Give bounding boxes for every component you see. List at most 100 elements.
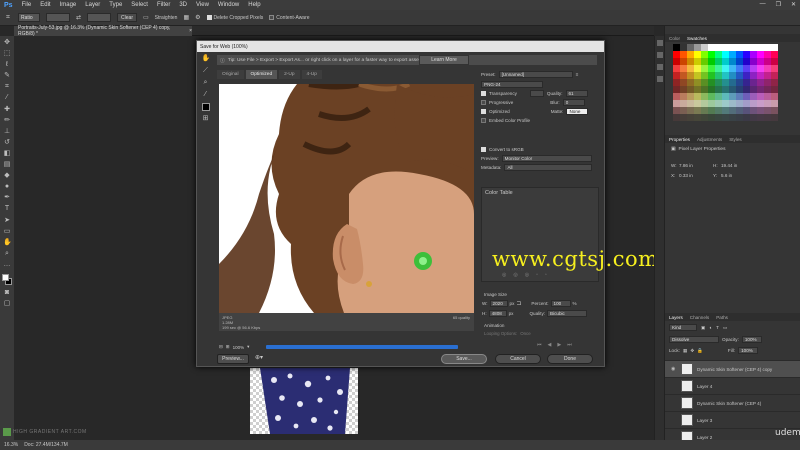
swatch[interactable] xyxy=(729,58,736,65)
progressive-checkbox[interactable] xyxy=(481,100,486,105)
swatch[interactable] xyxy=(757,65,764,72)
swatch[interactable] xyxy=(757,93,764,100)
swatch[interactable] xyxy=(694,58,701,65)
swatch[interactable] xyxy=(757,79,764,86)
layer-row[interactable]: ◉ Dynamic Skin Softener (CEP 4) copy xyxy=(665,360,800,377)
save-button[interactable]: Save... xyxy=(441,354,487,364)
swatch[interactable] xyxy=(771,93,778,100)
gradient-tool-icon[interactable]: ▤ xyxy=(3,161,11,169)
swatch[interactable] xyxy=(722,72,729,79)
screen-mode-icon[interactable]: ▢ xyxy=(3,300,11,308)
swatch[interactable] xyxy=(680,72,687,79)
swatch[interactable] xyxy=(750,51,757,58)
format-select[interactable]: PNG-24 xyxy=(481,81,543,88)
prop-w-value[interactable]: 7.86 in xyxy=(679,163,713,168)
menu-view[interactable]: View xyxy=(196,2,209,8)
blur-field[interactable]: 0 xyxy=(562,99,585,106)
swatch[interactable] xyxy=(673,107,680,114)
swatch[interactable] xyxy=(680,51,687,58)
swatch[interactable] xyxy=(771,107,778,114)
optimized-preview[interactable] xyxy=(219,84,474,313)
swatch[interactable] xyxy=(694,65,701,72)
layer-row[interactable]: Dynamic Skin Softener (CEP 4) xyxy=(665,394,800,411)
prop-h-value[interactable]: 19.44 in xyxy=(721,163,755,168)
convert-srgb-checkbox[interactable] xyxy=(481,147,486,152)
swatch[interactable] xyxy=(736,65,743,72)
quick-mask-icon[interactable]: ◙ xyxy=(3,289,11,297)
swatch[interactable] xyxy=(750,100,757,107)
swatch[interactable] xyxy=(736,107,743,114)
swatch[interactable] xyxy=(708,86,715,93)
filter-pixel-icon[interactable]: ▣ xyxy=(701,325,705,331)
swatch[interactable] xyxy=(736,93,743,100)
swatch[interactable] xyxy=(715,86,722,93)
swatch[interactable] xyxy=(708,107,715,114)
swatches-grid[interactable] xyxy=(673,44,781,121)
hand-tool-icon[interactable]: ✋ xyxy=(202,55,211,63)
swatch[interactable] xyxy=(680,86,687,93)
zoom-tool-icon[interactable]: ⌕ xyxy=(202,79,210,87)
swatch[interactable] xyxy=(729,107,736,114)
swatch[interactable] xyxy=(736,72,743,79)
swatch[interactable] xyxy=(715,44,722,51)
swatch[interactable] xyxy=(680,44,687,51)
quality-field[interactable]: 61 xyxy=(565,90,588,97)
swatch[interactable] xyxy=(701,93,708,100)
tab-channels[interactable]: Channels xyxy=(690,315,709,320)
swatch[interactable] xyxy=(687,86,694,93)
slice-select-tool-icon[interactable]: ⟋ xyxy=(202,67,210,75)
dodge-tool-icon[interactable]: ● xyxy=(3,183,11,191)
swatch[interactable] xyxy=(680,65,687,72)
swatch[interactable] xyxy=(771,58,778,65)
menu-3d[interactable]: 3D xyxy=(179,2,187,8)
swatch[interactable] xyxy=(694,93,701,100)
swatch[interactable] xyxy=(687,58,694,65)
tab-styles[interactable]: Styles xyxy=(729,137,742,142)
swatch[interactable] xyxy=(729,114,736,121)
swatch[interactable] xyxy=(694,86,701,93)
swatch[interactable] xyxy=(680,93,687,100)
swatch[interactable] xyxy=(722,93,729,100)
swatch[interactable] xyxy=(764,114,771,121)
percent-field[interactable]: 100 xyxy=(550,300,571,307)
swatch[interactable] xyxy=(743,44,750,51)
swatch[interactable] xyxy=(764,86,771,93)
filter-adjustment-icon[interactable]: ◐ xyxy=(709,325,712,330)
swatch[interactable] xyxy=(743,100,750,107)
eyedropper-color-swatch[interactable] xyxy=(201,103,210,111)
swatch[interactable] xyxy=(736,44,743,51)
swatch[interactable] xyxy=(687,44,694,51)
swatch[interactable] xyxy=(771,114,778,121)
swatch[interactable] xyxy=(701,107,708,114)
swatch[interactable] xyxy=(736,114,743,121)
swatch[interactable] xyxy=(743,79,750,86)
clone-stamp-tool-icon[interactable]: ⊥ xyxy=(3,128,11,136)
swatch[interactable] xyxy=(771,100,778,107)
swatch[interactable] xyxy=(722,58,729,65)
swatch[interactable] xyxy=(673,79,680,86)
zoom-out-icon[interactable]: ⊟ xyxy=(219,344,223,350)
color-swatches[interactable] xyxy=(2,273,12,286)
move-tool-icon[interactable]: ✥ xyxy=(3,39,11,47)
swatch[interactable] xyxy=(729,93,736,100)
embed-profile-checkbox[interactable] xyxy=(481,118,486,123)
swatch[interactable] xyxy=(757,86,764,93)
actions-panel-icon[interactable] xyxy=(656,52,663,58)
eraser-tool-icon[interactable]: ◧ xyxy=(3,150,11,158)
swatch[interactable] xyxy=(701,44,708,51)
swatch[interactable] xyxy=(701,72,708,79)
resample-select[interactable]: Bicubic xyxy=(547,310,588,317)
crop-tool-icon[interactable]: ⌗ xyxy=(4,14,12,22)
swatch[interactable] xyxy=(729,79,736,86)
healing-brush-tool-icon[interactable]: ✚ xyxy=(3,106,11,114)
history-brush-tool-icon[interactable]: ↺ xyxy=(3,139,11,147)
swatch[interactable] xyxy=(764,79,771,86)
swatch[interactable] xyxy=(673,58,680,65)
swatch[interactable] xyxy=(680,58,687,65)
swatch[interactable] xyxy=(750,93,757,100)
swatch[interactable] xyxy=(673,93,680,100)
new-color-icon[interactable]: ▫ xyxy=(536,272,538,278)
swatch[interactable] xyxy=(715,79,722,86)
preset-menu-icon[interactable]: ≡ xyxy=(576,72,579,77)
swatch[interactable] xyxy=(708,51,715,58)
